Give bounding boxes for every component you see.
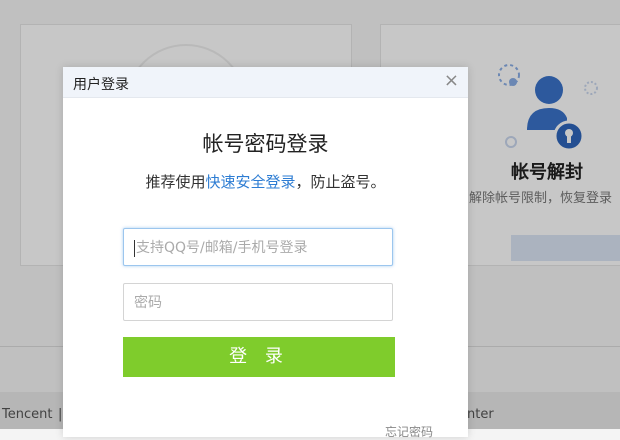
login-dialog: 用户登录 × 帐号密码登录 推荐使用快速安全登录，防止盗号。 支持QQ号/邮箱/…: [63, 67, 468, 440]
subtitle-prefix: 推荐使用: [145, 173, 206, 191]
login-heading: 帐号密码登录: [202, 132, 329, 156]
dialog-title: 用户登录: [73, 77, 129, 93]
login-button[interactable]: 登 录: [123, 337, 395, 377]
text-cursor: [134, 239, 135, 257]
dialog-header: 用户登录 ×: [63, 67, 468, 98]
quick-login-link[interactable]: 快速安全登录: [205, 173, 295, 191]
username-placeholder: 支持QQ号/邮箱/手机号登录: [136, 240, 308, 256]
username-input[interactable]: 支持QQ号/邮箱/手机号登录: [123, 228, 393, 266]
password-input[interactable]: 密码: [123, 283, 393, 321]
login-subtitle: 推荐使用快速安全登录，防止盗号。: [63, 171, 468, 192]
password-placeholder: 密码: [134, 295, 162, 311]
forgot-password-link[interactable]: 忘记密码: [385, 423, 433, 440]
subtitle-suffix: ，防止盗号。: [295, 173, 386, 191]
close-icon[interactable]: ×: [444, 70, 459, 91]
